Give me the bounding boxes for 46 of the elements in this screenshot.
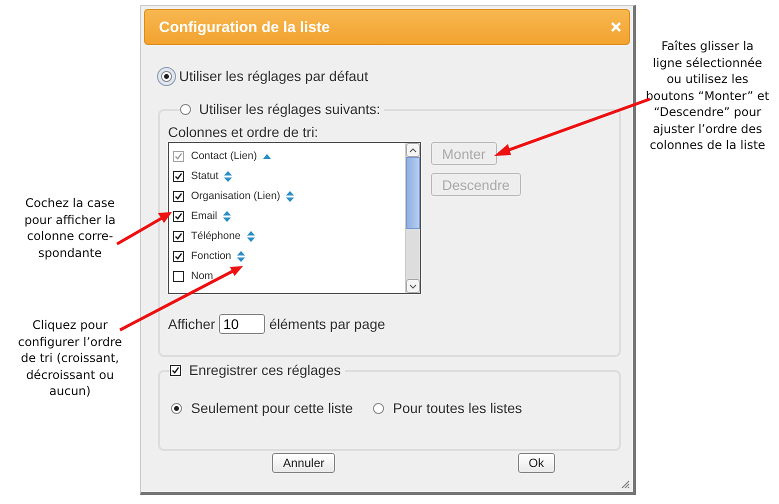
ok-button[interactable]: Ok <box>518 453 555 473</box>
column-name[interactable]: Nom <box>191 270 214 282</box>
radio-label: Seulement pour cette liste <box>191 400 353 416</box>
column-name[interactable]: Email <box>191 210 218 222</box>
sort-icon[interactable] <box>237 250 246 262</box>
radio-label: Utiliser les réglages suivants: <box>199 101 380 117</box>
checkbox[interactable] <box>173 270 184 282</box>
checkbox[interactable] <box>173 190 184 202</box>
radio-label: Utiliser les réglages par défaut <box>179 68 368 84</box>
annotation-text: Cliquez pour configurer l’ordre de tri (croissant, décroissant ou aucun) <box>16 317 123 400</box>
sort-ascending-icon[interactable] <box>262 154 271 158</box>
checkbox-label: Enregistrer ces réglages <box>189 362 341 378</box>
radio-button[interactable] <box>372 402 384 414</box>
resize-grip-icon[interactable] <box>621 480 630 489</box>
field-label: Afficher <box>168 316 216 332</box>
radio-button[interactable] <box>171 402 182 414</box>
column-name[interactable]: Statut <box>191 170 218 182</box>
radio-label: Pour toutes les listes <box>392 400 522 416</box>
sort-icon[interactable] <box>286 190 294 202</box>
sort-icon[interactable] <box>246 230 255 242</box>
checkbox[interactable] <box>170 364 181 376</box>
column-name[interactable]: Fonction <box>191 250 232 262</box>
chevron-up-icon <box>409 148 417 152</box>
scrollbar[interactable] <box>405 143 420 293</box>
sort-icon[interactable] <box>224 170 232 182</box>
pointer-arrow <box>116 212 172 246</box>
chevron-down-icon <box>409 284 417 288</box>
radio-button[interactable] <box>180 104 191 114</box>
checkbox[interactable] <box>173 210 184 222</box>
sort-icon[interactable] <box>223 210 232 222</box>
column-name[interactable]: Organisation (Lien) <box>191 190 280 202</box>
page-size-field[interactable]: 10 <box>219 314 266 334</box>
checkbox[interactable] <box>173 250 184 262</box>
close-icon[interactable] <box>611 22 621 32</box>
field-label: éléments par page <box>269 316 386 332</box>
annotation-text: Faîtes glisser la ligne sélectionnée ou utilisez les boutons “Monter” et “Descendre” pour ajuster l’ordre des colonnes de la liste <box>645 38 770 154</box>
column-name[interactable]: Téléphone <box>191 230 241 242</box>
checkbox[interactable] <box>173 230 184 242</box>
scrollbar-thumb[interactable] <box>406 157 420 229</box>
dialog-title: Configuration de la liste <box>159 18 330 36</box>
field-label: Colonnes et ordre de tri: <box>168 124 320 140</box>
cancel-button[interactable]: Annuler <box>272 453 336 473</box>
annotation-text: Cochez la case pour afficher la colonne corre-spondante <box>23 195 117 261</box>
scroll-down-button[interactable] <box>406 279 420 293</box>
scroll-up-button[interactable] <box>406 143 420 157</box>
checkbox[interactable] <box>173 170 184 182</box>
